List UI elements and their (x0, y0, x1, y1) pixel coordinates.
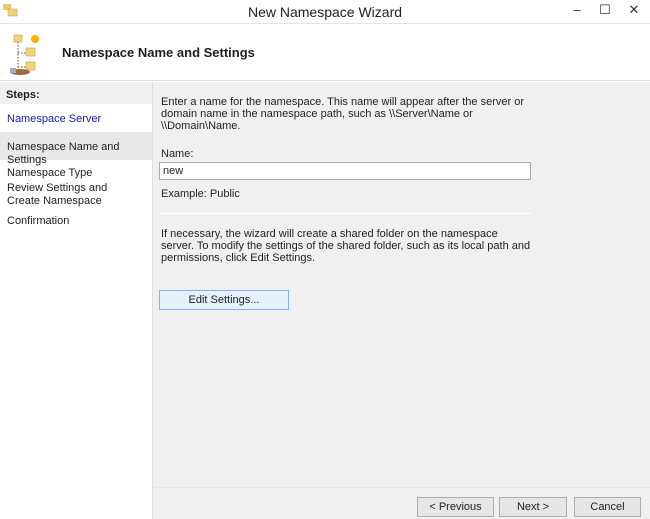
step-review-settings: Review Settings and Create Namespace (7, 182, 108, 207)
wizard-header: Namespace Name and Settings (0, 25, 650, 81)
previous-button[interactable]: < Previous (417, 497, 494, 517)
namespace-icon (10, 34, 39, 75)
name-input[interactable]: new (159, 162, 531, 180)
intro-text: Enter a name for the namespace. This nam… (161, 96, 524, 132)
page-title: Namespace Name and Settings (62, 45, 255, 60)
step-namespace-name-settings: Namespace Name and Settings (0, 132, 152, 166)
footer-bar: < Previous Next > Cancel (153, 487, 650, 519)
maximize-button[interactable]: ☐ (593, 2, 617, 18)
title-bar: New Namespace Wizard – ☐ ✕ (0, 0, 650, 24)
window-title: New Namespace Wizard (247, 4, 403, 20)
minimize-button[interactable]: – (565, 2, 589, 17)
cancel-button[interactable]: Cancel (574, 497, 641, 517)
example-text: Example: Public (161, 188, 240, 200)
steps-panel: Steps: Namespace Server Namespace Name a… (0, 82, 152, 519)
steps-heading: Steps: (0, 82, 152, 104)
name-label: Name: (161, 148, 194, 160)
content-panel: Enter a name for the namespace. This nam… (152, 82, 650, 519)
next-button[interactable]: Next > (499, 497, 567, 517)
divider (159, 213, 531, 214)
shared-folder-note: If necessary, the wizard will create a s… (161, 228, 531, 264)
close-button[interactable]: ✕ (622, 2, 646, 18)
step-namespace-server[interactable]: Namespace Server (0, 104, 152, 132)
step-confirmation: Confirmation (7, 215, 70, 227)
edit-settings-button[interactable]: Edit Settings... (159, 290, 289, 310)
